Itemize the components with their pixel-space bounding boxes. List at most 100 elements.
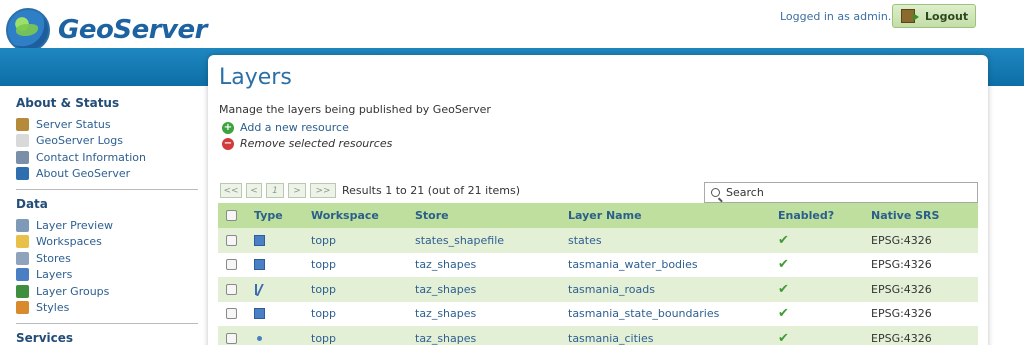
col-store[interactable]: Store	[407, 203, 560, 228]
page-title: Layers	[219, 65, 292, 90]
type-cell	[246, 277, 303, 302]
col-enabled[interactable]: Enabled?	[770, 203, 863, 228]
type-cell	[246, 326, 303, 345]
sidebar-section-title: Services	[16, 331, 74, 345]
enabled-check-icon: ✔	[778, 306, 789, 322]
sidebar-item-workspaces[interactable]: Workspaces	[16, 234, 198, 251]
pager: << < 1 > >> Results 1 to 21 (out of 21 i…	[220, 183, 520, 198]
row-checkbox[interactable]	[226, 234, 237, 246]
sidebar-item-label: Layer Groups	[36, 284, 110, 298]
enabled-cell: ✔	[770, 326, 863, 345]
table-row: topp taz_shapes tasmania_state_boundaries ✔…	[218, 301, 978, 326]
enabled-cell: ✔	[770, 252, 863, 277]
row-checkbox[interactable]	[226, 283, 237, 295]
enabled-check-icon: ✔	[778, 257, 789, 273]
logs-icon	[16, 134, 29, 148]
type-cell	[246, 301, 303, 326]
native-srs-cell: EPSG:4326	[863, 326, 978, 345]
next-page-button[interactable]: >	[288, 183, 306, 198]
sidebar-item-contact-information[interactable]: Contact Information	[16, 149, 198, 166]
styles-icon	[16, 301, 29, 315]
col-type[interactable]: Type	[246, 203, 303, 228]
col-native-srs[interactable]: Native SRS	[863, 203, 978, 228]
current-page-button[interactable]: 1	[266, 183, 284, 198]
remove-resources-label: Remove selected resources	[240, 137, 393, 150]
results-count: Results 1 to 21 (out of 21 items)	[342, 184, 521, 197]
sidebar-item-label: Layers	[36, 268, 73, 282]
sidebar-item-layer-preview[interactable]: Layer Preview	[16, 217, 198, 234]
enabled-check-icon: ✔	[778, 281, 789, 297]
layer-name-link[interactable]: states	[560, 228, 770, 253]
logout-button[interactable]: Logout	[892, 4, 976, 28]
row-select-cell	[218, 228, 246, 253]
row-checkbox[interactable]	[226, 332, 237, 344]
layer-preview-icon	[16, 218, 29, 232]
sidebar-separator	[16, 189, 198, 190]
sidebar: About & Status Server Status GeoServer Log…	[16, 96, 198, 345]
layer-groups-icon	[16, 284, 29, 298]
prev-page-button[interactable]: <	[246, 183, 262, 198]
table-row: topp taz_shapes tasmania_water_bodies ✔ EPSG…	[218, 252, 978, 277]
row-select-cell	[218, 277, 246, 302]
point-type-icon	[257, 335, 262, 341]
workspace-link[interactable]: topp	[303, 252, 407, 277]
layer-name-link[interactable]: tasmania_cities	[560, 326, 770, 345]
row-select-cell	[218, 326, 246, 345]
type-cell	[246, 228, 303, 253]
header: GeoServer Logged in as admin. Logout	[0, 0, 1024, 52]
first-page-button[interactable]: <<	[220, 183, 242, 198]
polygon-type-icon	[254, 308, 265, 320]
store-link[interactable]: taz_shapes	[407, 301, 560, 326]
brand-name: GeoServer	[58, 15, 207, 45]
native-srs-cell: EPSG:4326	[863, 277, 978, 302]
sidebar-item-label: About GeoServer	[36, 167, 131, 181]
search-icon	[711, 188, 720, 197]
last-page-button[interactable]: >>	[310, 183, 336, 198]
sidebar-separator	[16, 323, 198, 324]
globe-icon	[6, 8, 50, 52]
native-srs-cell: EPSG:4326	[863, 252, 978, 277]
enabled-cell: ✔	[770, 228, 863, 253]
server-status-icon	[16, 117, 29, 131]
layer-name-link[interactable]: tasmania_roads	[560, 277, 770, 302]
sidebar-item-geoserver-logs[interactable]: GeoServer Logs	[16, 133, 198, 150]
sidebar-item-label: Workspaces	[36, 235, 102, 249]
store-link[interactable]: taz_shapes	[407, 252, 560, 277]
store-link[interactable]: taz_shapes	[407, 277, 560, 302]
store-link[interactable]: taz_shapes	[407, 326, 560, 345]
search-input[interactable]: Search	[704, 182, 978, 203]
workspace-link[interactable]: topp	[303, 277, 407, 302]
workspace-link[interactable]: topp	[303, 301, 407, 326]
type-cell	[246, 252, 303, 277]
geoserver-logo[interactable]: GeoServer	[6, 8, 207, 52]
stores-icon	[16, 251, 29, 265]
sidebar-item-layers[interactable]: Layers	[16, 267, 198, 284]
sidebar-item-styles[interactable]: Styles	[16, 300, 198, 317]
remove-resources-link[interactable]: − Remove selected resources	[222, 137, 392, 150]
row-select-cell	[218, 252, 246, 277]
row-checkbox[interactable]	[226, 259, 237, 271]
page-description: Manage the layers being published by Geo…	[219, 103, 491, 116]
add-resource-link[interactable]: + Add a new resource	[222, 121, 349, 134]
sidebar-item-stores[interactable]: Stores	[16, 250, 198, 267]
sidebar-item-about-geoserver[interactable]: About GeoServer	[16, 166, 198, 183]
select-all-checkbox[interactable]	[226, 210, 237, 221]
layer-name-link[interactable]: tasmania_water_bodies	[560, 252, 770, 277]
sidebar-item-label: Contact Information	[36, 150, 146, 164]
enabled-cell: ✔	[770, 277, 863, 302]
col-workspace[interactable]: Workspace	[303, 203, 407, 228]
layer-name-link[interactable]: tasmania_state_boundaries	[560, 301, 770, 326]
workspace-link[interactable]: topp	[303, 228, 407, 253]
sidebar-item-layer-groups[interactable]: Layer Groups	[16, 283, 198, 300]
sidebar-section-title: Data	[16, 197, 48, 211]
store-link[interactable]: states_shapefile	[407, 228, 560, 253]
col-layer-name[interactable]: Layer Name	[560, 203, 770, 228]
main-panel: Layers Manage the layers being published…	[208, 55, 988, 345]
select-all-header	[218, 203, 246, 228]
row-checkbox[interactable]	[226, 308, 237, 320]
workspace-link[interactable]: topp	[303, 326, 407, 345]
layers-table: Type Workspace Store Layer Name Enabled?…	[218, 203, 978, 345]
row-select-cell	[218, 301, 246, 326]
sidebar-item-server-status[interactable]: Server Status	[16, 116, 198, 133]
sidebar-item-label: GeoServer Logs	[36, 134, 123, 148]
